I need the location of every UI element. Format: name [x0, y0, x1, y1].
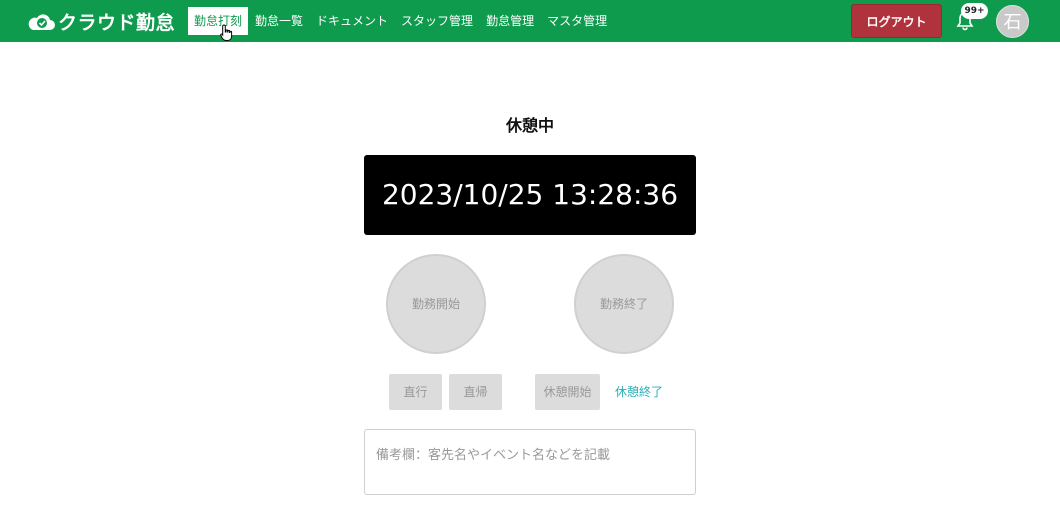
logout-button[interactable]: ログアウト	[851, 4, 942, 38]
nav-item-staff-management[interactable]: スタッフ管理	[395, 7, 479, 35]
nav-item-clock-in[interactable]: 勤怠打刻	[188, 7, 249, 35]
nav-item-master-management[interactable]: マスタ管理	[541, 7, 613, 35]
nav-item-documents[interactable]: ドキュメント	[310, 7, 394, 35]
break-start-button[interactable]: 休憩開始	[535, 374, 600, 410]
top-header: クラウド勤怠 勤怠打刻 勤怠一覧 ドキュメント スタッフ管理 勤怠管理 マスタ管…	[0, 0, 1060, 42]
direct-return-button[interactable]: 直帰	[449, 374, 502, 410]
break-end-link[interactable]: 休憩終了	[615, 383, 663, 401]
user-avatar[interactable]: 石	[996, 5, 1029, 38]
nav-item-attendance-management[interactable]: 勤怠管理	[480, 7, 540, 35]
remarks-input[interactable]	[364, 429, 696, 495]
hand-cursor-icon	[220, 24, 233, 41]
direct-go-button[interactable]: 直行	[389, 374, 442, 410]
attendance-status: 休憩中	[505, 116, 554, 135]
work-start-button[interactable]: 勤務開始	[386, 254, 486, 354]
main-nav: 勤怠打刻 勤怠一覧 ドキュメント スタッフ管理 勤怠管理 マスタ管理	[188, 7, 614, 35]
app-logo[interactable]: クラウド勤怠	[26, 8, 175, 34]
work-end-button[interactable]: 勤務終了	[574, 254, 674, 354]
nav-item-attendance-list[interactable]: 勤怠一覧	[249, 7, 309, 35]
current-datetime: 2023/10/25 13:28:36	[364, 155, 696, 235]
notification-badge: 99+	[961, 3, 988, 19]
app-name: クラウド勤怠	[58, 11, 176, 34]
cloud-check-icon	[28, 14, 55, 30]
